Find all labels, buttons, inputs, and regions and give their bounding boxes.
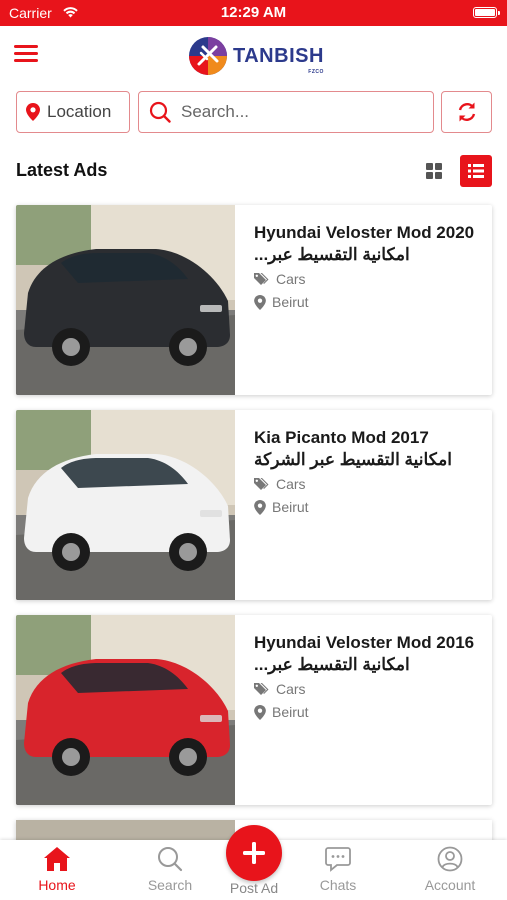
ad-photo xyxy=(16,615,235,805)
grid-view-icon xyxy=(426,163,442,179)
ad-title-line2: امكانية التقسيط عبر... xyxy=(254,655,410,674)
ad-location-label: Beirut xyxy=(272,294,309,310)
search-input[interactable] xyxy=(179,101,413,123)
hamburger-menu-icon[interactable] xyxy=(14,45,38,65)
location-pin-icon xyxy=(254,499,266,515)
ad-title-line1: Hyundai Veloster Mod 2020 xyxy=(254,223,475,242)
tab-search[interactable]: Search xyxy=(125,846,215,893)
search-field[interactable] xyxy=(138,91,434,133)
account-icon xyxy=(437,846,463,872)
battery-icon xyxy=(473,7,500,18)
status-bar: Carrier 12:29 AM xyxy=(0,0,507,26)
location-pin-icon xyxy=(254,294,266,310)
tag-icon xyxy=(254,478,269,490)
ad-location: Beirut xyxy=(254,499,309,515)
chat-icon xyxy=(325,847,351,872)
app-logo: TANBISH FZCO xyxy=(188,35,324,77)
location-pin-icon xyxy=(26,103,40,121)
ad-location-label: Beirut xyxy=(272,499,309,515)
logo-name: TANBISH xyxy=(233,44,324,67)
search-row: Location xyxy=(0,91,507,133)
post-ad-button[interactable] xyxy=(226,825,282,881)
tab-account-label: Account xyxy=(424,877,476,893)
ad-category-label: Cars xyxy=(276,476,306,492)
ad-title: Hyundai Veloster Mod 2016 امكانية التقسي… xyxy=(254,632,484,676)
tab-search-label: Search xyxy=(147,877,193,893)
plus-icon xyxy=(243,842,265,864)
ad-title-line2: امكانية التقسيط عبر... xyxy=(254,245,410,264)
search-icon xyxy=(149,101,171,123)
ad-location-label: Beirut xyxy=(272,704,309,720)
grid-view-button[interactable] xyxy=(418,155,450,187)
tag-icon xyxy=(254,683,269,695)
clock: 12:29 AM xyxy=(220,4,287,21)
ad-photo xyxy=(16,205,235,395)
logo-subtext: FZCO xyxy=(308,68,324,75)
tab-chats-label: Chats xyxy=(319,877,357,893)
section-title: Latest Ads xyxy=(16,160,108,180)
ad-title: Kia Picanto Mod 2017 امكانية التقسيط عبر… xyxy=(254,427,484,471)
tab-chats[interactable]: Chats xyxy=(293,846,383,893)
tab-home[interactable]: Home xyxy=(12,846,102,893)
ad-category-label: Cars xyxy=(276,271,306,287)
location-label: Location xyxy=(47,102,112,121)
list-view-button[interactable] xyxy=(460,155,492,187)
refresh-button[interactable] xyxy=(441,91,492,133)
ad-location: Beirut xyxy=(254,294,309,310)
logo-mark-icon xyxy=(189,37,227,75)
ad-card[interactable]: Kia Picanto Mod 2017 امكانية التقسيط عبر… xyxy=(16,410,492,600)
app-header: TANBISH FZCO xyxy=(0,26,507,88)
home-icon xyxy=(44,847,70,871)
ad-card[interactable]: Hyundai Veloster Mod 2020 امكانية التقسي… xyxy=(16,205,492,395)
search-icon xyxy=(158,847,183,872)
ad-location: Beirut xyxy=(254,704,309,720)
ad-category: Cars xyxy=(254,681,306,697)
ad-title-line2: امكانية التقسيط عبر الشركة xyxy=(254,450,452,469)
ad-card[interactable]: Hyundai Veloster Mod 2016 امكانية التقسي… xyxy=(16,615,492,805)
ad-title-line1: Hyundai Veloster Mod 2016 xyxy=(254,633,475,652)
logo-text: TANBISH FZCO xyxy=(233,44,324,75)
post-ad-label: Post Ad xyxy=(229,880,279,896)
location-pin-icon xyxy=(254,704,266,720)
tag-icon xyxy=(254,273,269,285)
ad-category: Cars xyxy=(254,271,306,287)
tab-home-label: Home xyxy=(38,877,76,893)
ad-title: Hyundai Veloster Mod 2020 امكانية التقسي… xyxy=(254,222,484,266)
list-view-icon xyxy=(468,164,484,178)
ad-photo xyxy=(16,410,235,600)
refresh-icon xyxy=(458,102,475,122)
ad-category-label: Cars xyxy=(276,681,306,697)
tab-account[interactable]: Account xyxy=(405,846,495,893)
location-button[interactable]: Location xyxy=(16,91,130,133)
ad-category: Cars xyxy=(254,476,306,492)
ad-title-line1: Kia Picanto Mod 2017 xyxy=(254,428,429,447)
